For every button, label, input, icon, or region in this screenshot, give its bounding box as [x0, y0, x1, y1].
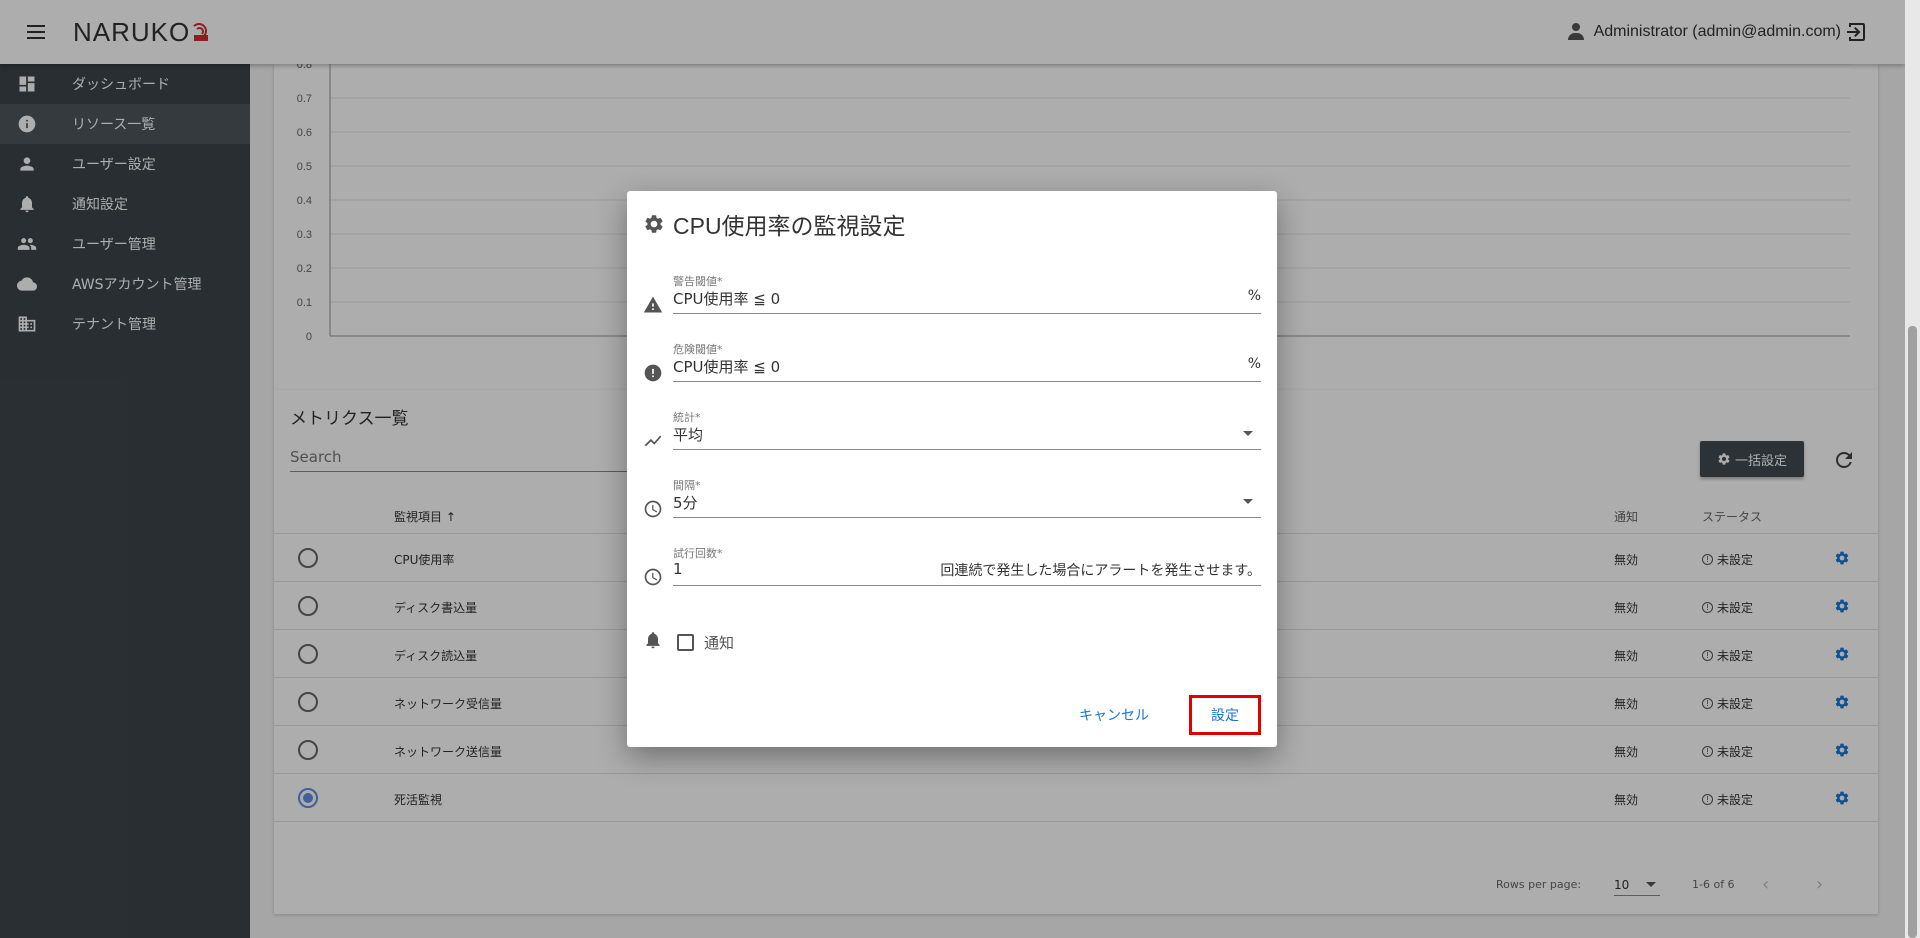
- clock-icon: [643, 499, 663, 519]
- danger-threshold-unit: %: [1247, 356, 1261, 372]
- warning-threshold-field[interactable]: 警告閾値* CPU使用率 ≦ 0 %: [643, 273, 1261, 329]
- warning-threshold-label: 警告閾値*: [673, 275, 723, 288]
- submit-button[interactable]: 設定: [1189, 695, 1261, 735]
- field-underline: [673, 313, 1261, 314]
- caret-down-icon[interactable]: [1243, 431, 1253, 436]
- attempts-value[interactable]: 1: [673, 560, 683, 578]
- danger-threshold-field[interactable]: 危険閾値* CPU使用率 ≦ 0 %: [643, 341, 1261, 397]
- danger-threshold-value[interactable]: CPU使用率 ≦ 0: [673, 356, 780, 377]
- statistic-label: 統計*: [673, 411, 701, 424]
- scrollbar-thumb[interactable]: [1908, 326, 1917, 938]
- dialog-title: CPU使用率の監視設定: [643, 207, 906, 241]
- error-icon: [643, 363, 663, 383]
- warning-threshold-unit: %: [1247, 288, 1261, 304]
- page-scrollbar[interactable]: [1905, 0, 1920, 938]
- danger-threshold-label: 危険閾値*: [673, 343, 723, 356]
- trending-icon: [643, 431, 663, 451]
- notify-label: 通知: [704, 633, 735, 652]
- attempts-field[interactable]: 試行回数* 1 回連続で発生した場合にアラートを発生させます。: [643, 545, 1261, 601]
- interval-label: 間隔*: [673, 479, 701, 492]
- notify-checkbox[interactable]: [677, 633, 694, 651]
- field-underline: [673, 585, 1261, 586]
- interval-select[interactable]: 間隔* 5分: [643, 477, 1261, 533]
- interval-value[interactable]: 5分: [673, 492, 698, 513]
- statistic-value[interactable]: 平均: [673, 424, 703, 445]
- cancel-button[interactable]: キャンセル: [1065, 697, 1163, 733]
- dialog-actions: キャンセル 設定: [1065, 695, 1261, 735]
- attempts-label: 試行回数*: [673, 547, 723, 560]
- dialog-title-text: CPU使用率の監視設定: [673, 213, 906, 239]
- attempts-suffix: 回連続で発生した場合にアラートを発生させます。: [940, 563, 1261, 579]
- field-underline: [673, 381, 1261, 382]
- warning-icon: [643, 295, 663, 315]
- monitoring-settings-dialog: CPU使用率の監視設定 警告閾値* CPU使用率 ≦ 0 % 危険閾値* CPU…: [627, 191, 1277, 747]
- notify-option[interactable]: 通知: [643, 630, 734, 654]
- field-underline: [673, 517, 1261, 518]
- field-underline: [673, 449, 1261, 450]
- gear-icon: [645, 215, 663, 233]
- caret-down-icon[interactable]: [1243, 499, 1253, 504]
- bell-icon: [643, 630, 663, 654]
- warning-threshold-value[interactable]: CPU使用率 ≦ 0: [673, 288, 780, 309]
- clock-icon: [643, 567, 663, 587]
- statistic-select[interactable]: 統計* 平均: [643, 409, 1261, 465]
